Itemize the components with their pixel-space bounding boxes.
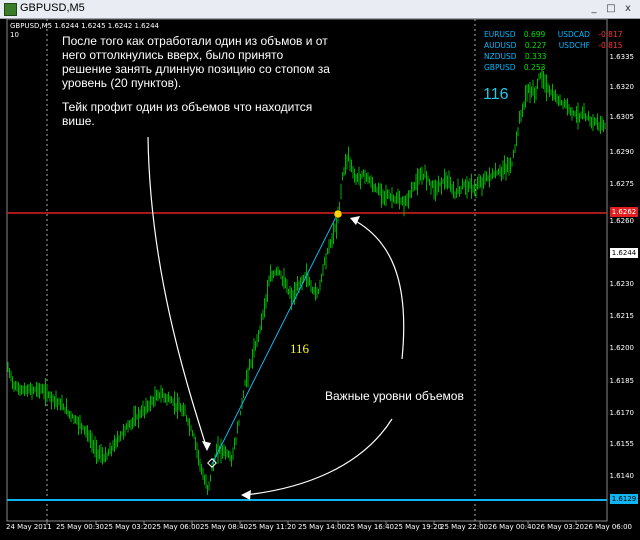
current-price-tag: 1.6244 [610, 248, 638, 258]
widget-value: 0.699 [523, 30, 546, 39]
widget-symbol: GBPUSD [484, 63, 516, 72]
time-tick-label: 25 May 11:20 [248, 523, 297, 531]
candlestick-plot[interactable] [0, 19, 640, 540]
arrow-curve [244, 418, 393, 496]
price-tick-label: 1.6275 [609, 180, 635, 188]
chart-window: GBPUSD,M5 _ □ x GBPUSD,M5 1.6244 1.6245 … [0, 0, 640, 540]
price-chart[interactable] [0, 19, 640, 540]
close-button[interactable]: x [620, 2, 636, 15]
time-tick-label: 25 May 03:20 [104, 523, 153, 531]
resistance-price-tag: 1.6262 [610, 207, 638, 217]
annotation-volume-levels: Важные уровни объемов [325, 389, 464, 403]
widget-symbol: EURUSD [484, 30, 516, 39]
price-tick-label: 1.6260 [609, 217, 635, 225]
widget-value: -0.815 [598, 41, 623, 50]
maximize-button[interactable]: □ [603, 2, 619, 15]
widget-symbol: NZDUSD [484, 52, 517, 61]
time-tick-label: 26 May 00:40 [488, 523, 537, 531]
widget-value: 0.333 [524, 52, 547, 61]
price-tick-label: 1.6290 [609, 148, 635, 156]
time-tick-label: 25 May 08:40 [200, 523, 249, 531]
annotation-take-profit: Тейк профит один из объемов что находитс… [62, 100, 313, 128]
arrow-head [350, 216, 360, 225]
annotation-entry-reason: После того как отработали один из объмов… [62, 34, 330, 90]
widget-value: 0.253 [523, 63, 546, 72]
time-tick-label: 25 May 00:30 [56, 523, 105, 531]
price-tick-label: 1.6230 [609, 280, 635, 288]
time-tick-label: 24 May 2011 [6, 523, 52, 531]
title-bar[interactable]: GBPUSD,M5 _ □ x [0, 0, 640, 19]
minimize-button[interactable]: _ [586, 2, 602, 15]
symbol-ohlc-line: GBPUSD,M5 1.6244 1.6245 1.6242 1.6244 [10, 22, 159, 30]
time-tick-label: 25 May 22:00 [440, 523, 489, 531]
arrow-head [241, 490, 251, 500]
widget-row: AUDUSD 0.227 USDCHF -0.815 [484, 41, 622, 50]
chart-app-icon [4, 3, 17, 16]
widget-row: GBPUSD 0.253 [484, 63, 545, 72]
time-tick-label: 26 May 06:00 [584, 523, 633, 531]
widget-value: 0.227 [524, 41, 547, 50]
exit-marker [333, 209, 343, 219]
subwindow-indicator-value: 10 [10, 31, 19, 39]
widget-symbol: USDCAD [557, 30, 590, 39]
trade-line [211, 212, 339, 465]
widget-row: NZDUSD 0.333 [484, 52, 546, 61]
price-tick-label: 1.6320 [609, 83, 635, 91]
time-tick-label: 26 May 03:20 [536, 523, 585, 531]
time-tick-label: 25 May 14:00 [298, 523, 347, 531]
time-tick-label: 25 May 06:00 [152, 523, 201, 531]
widget-symbol: USDCHF [558, 41, 590, 50]
time-tick-label: 25 May 16:40 [346, 523, 395, 531]
price-tick-label: 1.6170 [609, 409, 635, 417]
widget-value: -0.817 [598, 30, 623, 39]
price-tick-label: 1.6155 [609, 440, 635, 448]
price-tick-label: 1.6335 [609, 53, 635, 61]
trade-pips-label: 116 [290, 341, 310, 356]
support-price-tag: 1.6129 [610, 494, 638, 504]
price-tick-label: 1.6140 [609, 472, 635, 480]
arrow-head [202, 441, 211, 451]
widget-row: EURUSD 0.699 USDCAD -0.817 [484, 30, 622, 39]
price-tick-label: 1.6185 [609, 377, 635, 385]
price-tick-label: 1.6200 [609, 344, 635, 352]
price-tick-label: 1.6305 [609, 113, 635, 121]
widget-symbol: AUDUSD [484, 41, 517, 50]
window-title: GBPUSD,M5 [20, 2, 85, 14]
corner-pips-label: 116 [483, 86, 509, 103]
time-tick-label: 25 May 19:20 [394, 523, 443, 531]
arrow-curve [351, 218, 405, 360]
price-tick-label: 1.6215 [609, 312, 635, 320]
